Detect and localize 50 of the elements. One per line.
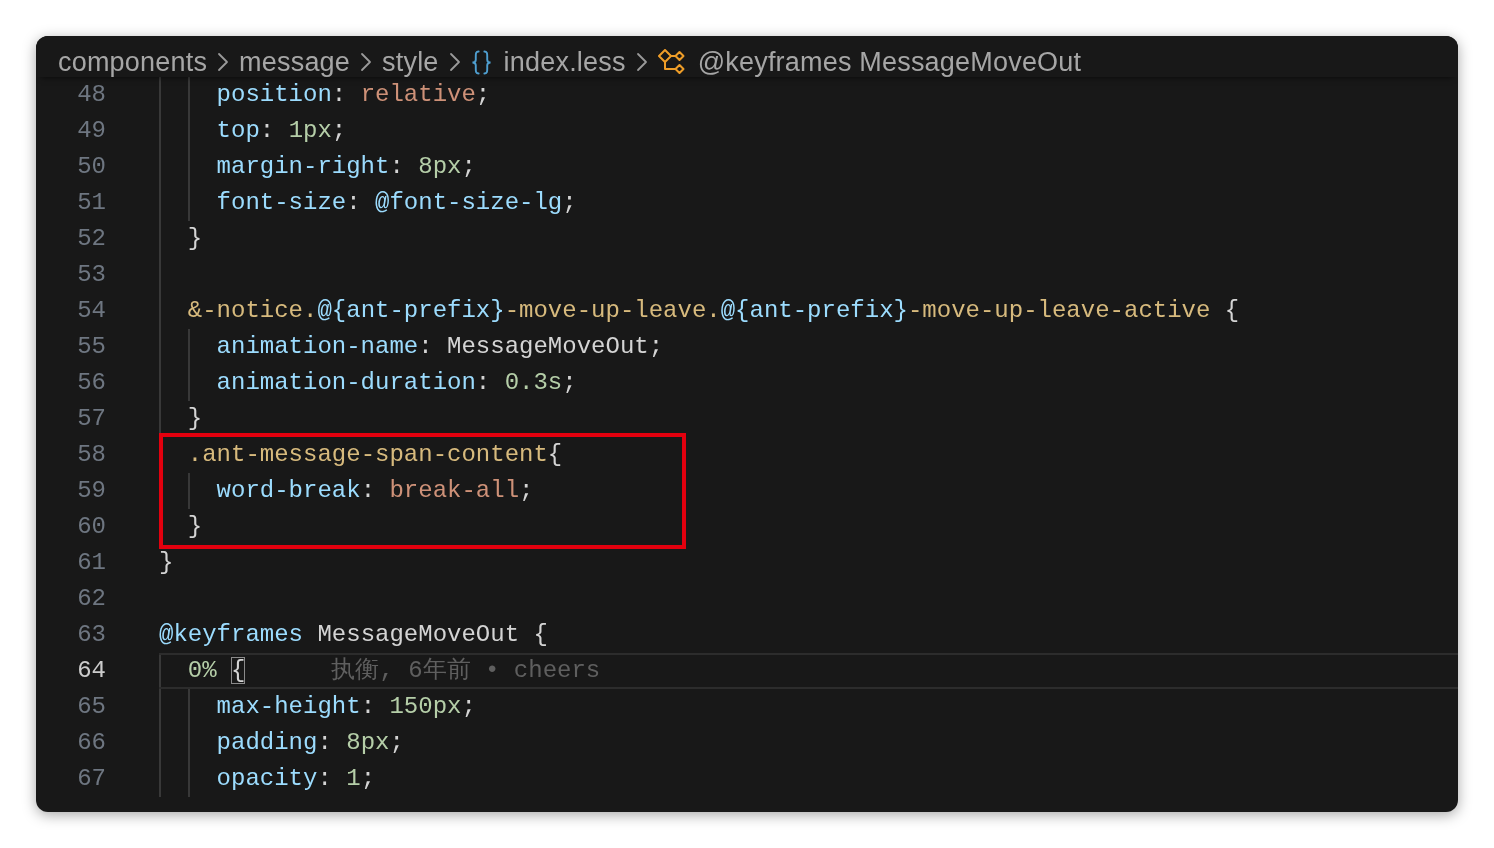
line-number: 53: [76, 260, 106, 290]
code-line: animation-name: MessageMoveOut;: [216, 332, 664, 362]
line-number: 67: [76, 764, 106, 794]
code-line: 0% {: [187, 656, 246, 686]
line-number: 54: [76, 296, 106, 326]
code-line: top: 1px;: [216, 116, 347, 146]
code-line: opacity: 1;: [216, 764, 376, 794]
code-line: animation-duration: 0.3s;: [216, 368, 577, 398]
line-number: 63: [76, 620, 106, 650]
line-number: 59: [76, 476, 106, 506]
line-number: 57: [76, 404, 106, 434]
line-number: 56: [76, 368, 106, 398]
braces-icon: [470, 49, 492, 75]
code-line: }: [187, 512, 203, 542]
line-number: 58: [76, 440, 106, 470]
code-line: position: relative;: [216, 80, 491, 110]
chevron-right-icon: [448, 51, 461, 73]
breadcrumb-item[interactable]: message: [239, 47, 351, 77]
line-number: 66: [76, 728, 106, 758]
line-number: 49: [76, 116, 106, 146]
code-line: font-size: @font-size-lg;: [216, 188, 577, 218]
line-number: 50: [76, 152, 106, 182]
code-line: .ant-message-span-content{: [187, 440, 563, 470]
code-line: word-break: break-all;: [216, 476, 534, 506]
breadcrumb-item[interactable]: @keyframes MessageMoveOut: [657, 47, 1082, 77]
chevron-right-icon: [360, 51, 373, 73]
code-line: &-notice.@{ant-prefix}-move-up-leave.@{ant-prefix}-move-up-leave-active {: [187, 296, 1240, 326]
code-line: }: [159, 548, 174, 578]
code-line: }: [187, 224, 203, 254]
breadcrumb-item[interactable]: components: [58, 47, 208, 77]
code-line: }: [187, 404, 203, 434]
breadcrumb-item[interactable]: style: [382, 47, 439, 77]
breadcrumb-item[interactable]: index.less: [470, 47, 626, 77]
line-number: 51: [76, 188, 106, 218]
line-number: 64: [76, 656, 106, 686]
symbol-tree-icon: [657, 49, 686, 75]
code-line: padding: 8px;: [216, 728, 404, 758]
chevron-right-icon: [635, 51, 648, 73]
line-number: 61: [76, 548, 106, 578]
code-line: @keyframes MessageMoveOut {: [159, 620, 548, 650]
line-number: 48: [76, 80, 106, 110]
line-number: 65: [76, 692, 106, 722]
chevron-right-icon: [217, 51, 230, 73]
code-line: max-height: 150px;: [216, 692, 476, 722]
code-line: margin-right: 8px;: [216, 152, 476, 182]
line-number: 55: [76, 332, 106, 362]
line-number: 60: [76, 512, 106, 542]
line-number: 52: [76, 224, 106, 254]
line-number: 62: [76, 584, 106, 614]
blame-annotation: 执衡, 6年前 • cheers: [331, 656, 601, 686]
